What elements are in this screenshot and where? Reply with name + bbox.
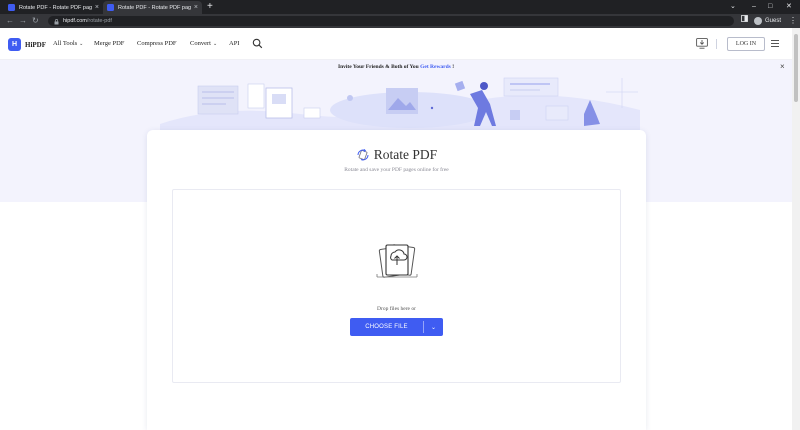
logo-text: HiPDF bbox=[25, 40, 46, 49]
drop-files-text: Drop files here or bbox=[377, 306, 416, 312]
logo-mark: H bbox=[8, 38, 21, 51]
chevron-down-icon: ⌄ bbox=[79, 41, 84, 47]
browser-menu-icon[interactable]: ⋮ bbox=[789, 15, 797, 27]
nav-label: Convert bbox=[190, 40, 211, 47]
browser-tab[interactable]: Rotate PDF - Rotate PDF pages o × bbox=[4, 1, 103, 14]
login-button[interactable]: LOG IN bbox=[727, 37, 765, 51]
hamburger-menu-icon[interactable] bbox=[771, 40, 779, 47]
rotate-pdf-card: Rotate PDF Rotate and save your PDF page… bbox=[147, 130, 646, 430]
nav-label: Merge PDF bbox=[94, 40, 125, 47]
url-host: hipdf.com bbox=[63, 18, 87, 24]
address-bar[interactable]: hipdf.com/rotate-pdf bbox=[48, 16, 734, 26]
browser-tab-bar: Rotate PDF - Rotate PDF pages o × Rotate… bbox=[0, 0, 800, 14]
header-divider bbox=[716, 39, 717, 49]
tab-close-icon[interactable]: × bbox=[194, 4, 198, 11]
chevron-down-icon: ⌄ bbox=[212, 41, 218, 47]
window-close-icon[interactable]: ✕ bbox=[786, 1, 792, 13]
sidebar-icon[interactable] bbox=[741, 15, 748, 22]
close-banner-icon[interactable]: × bbox=[780, 62, 785, 71]
scrollbar-thumb[interactable] bbox=[794, 34, 798, 102]
invite-banner: Invite Your Friends & Both of You Get Re… bbox=[0, 64, 792, 70]
tab-title: Rotate PDF - Rotate PDF pages o bbox=[118, 4, 191, 11]
invite-text: Invite Your Friends & Both of You bbox=[337, 64, 421, 70]
url-path: /rotate-pdf bbox=[86, 18, 112, 24]
maximize-icon[interactable]: □ bbox=[768, 1, 772, 13]
nav-all-tools[interactable]: All Tools ⌄ bbox=[53, 40, 83, 47]
hipdf-favicon-icon bbox=[8, 4, 15, 11]
nav-merge-pdf[interactable]: Merge PDF bbox=[94, 40, 124, 47]
site-logo[interactable]: H HiPDF bbox=[8, 38, 46, 51]
browser-tab-active[interactable]: Rotate PDF - Rotate PDF pages o × bbox=[103, 1, 202, 14]
nav-compress-pdf[interactable]: Compress PDF bbox=[137, 40, 177, 47]
invite-tail: ! bbox=[450, 64, 455, 70]
hipdf-favicon-icon bbox=[107, 4, 114, 11]
file-upload-icon bbox=[376, 244, 418, 278]
get-rewards-link[interactable]: Get Rewards bbox=[420, 64, 451, 70]
choose-file-button[interactable]: CHOOSE FILE ⌄ bbox=[350, 318, 443, 336]
browser-toolbar: ← → ↻ hipdf.com/rotate-pdf Guest ⋮ bbox=[0, 14, 800, 28]
tab-search-icon[interactable]: ⌄ bbox=[730, 1, 736, 13]
page-title: Rotate PDF bbox=[373, 147, 438, 162]
page-subtitle: Rotate and save your PDF pages online fo… bbox=[344, 167, 449, 173]
minimize-icon[interactable]: – bbox=[752, 1, 756, 13]
desktop-download-icon[interactable] bbox=[696, 38, 708, 49]
rotate-pdf-icon bbox=[357, 148, 369, 161]
search-icon[interactable] bbox=[252, 38, 263, 49]
file-drop-zone[interactable]: Drop files here or CHOOSE FILE ⌄ bbox=[172, 189, 621, 383]
forward-icon[interactable]: → bbox=[19, 15, 27, 27]
nav-api[interactable]: API bbox=[229, 40, 239, 47]
chevron-down-icon[interactable]: ⌄ bbox=[424, 318, 443, 336]
title-row: Rotate PDF bbox=[147, 147, 646, 163]
tab-close-icon[interactable]: × bbox=[95, 4, 99, 11]
avatar bbox=[754, 17, 762, 25]
tab-title: Rotate PDF - Rotate PDF pages o bbox=[19, 4, 92, 11]
profile-label: Guest bbox=[765, 18, 782, 24]
nav-label: Compress PDF bbox=[137, 40, 177, 47]
nav-convert[interactable]: Convert ⌄ bbox=[190, 40, 217, 47]
site-header: H HiPDF All Tools ⌄ Merge PDF Compress PD… bbox=[0, 28, 792, 60]
nav-label: API bbox=[229, 40, 240, 47]
nav-label: All Tools bbox=[53, 40, 78, 47]
new-tab-button[interactable]: + bbox=[207, 1, 213, 13]
profile-button[interactable]: Guest bbox=[754, 15, 781, 27]
hero-illustration bbox=[160, 77, 640, 130]
choose-file-label[interactable]: CHOOSE FILE bbox=[350, 318, 423, 336]
reload-icon[interactable]: ↻ bbox=[32, 15, 39, 27]
lock-icon bbox=[54, 18, 59, 24]
back-icon[interactable]: ← bbox=[6, 15, 14, 27]
